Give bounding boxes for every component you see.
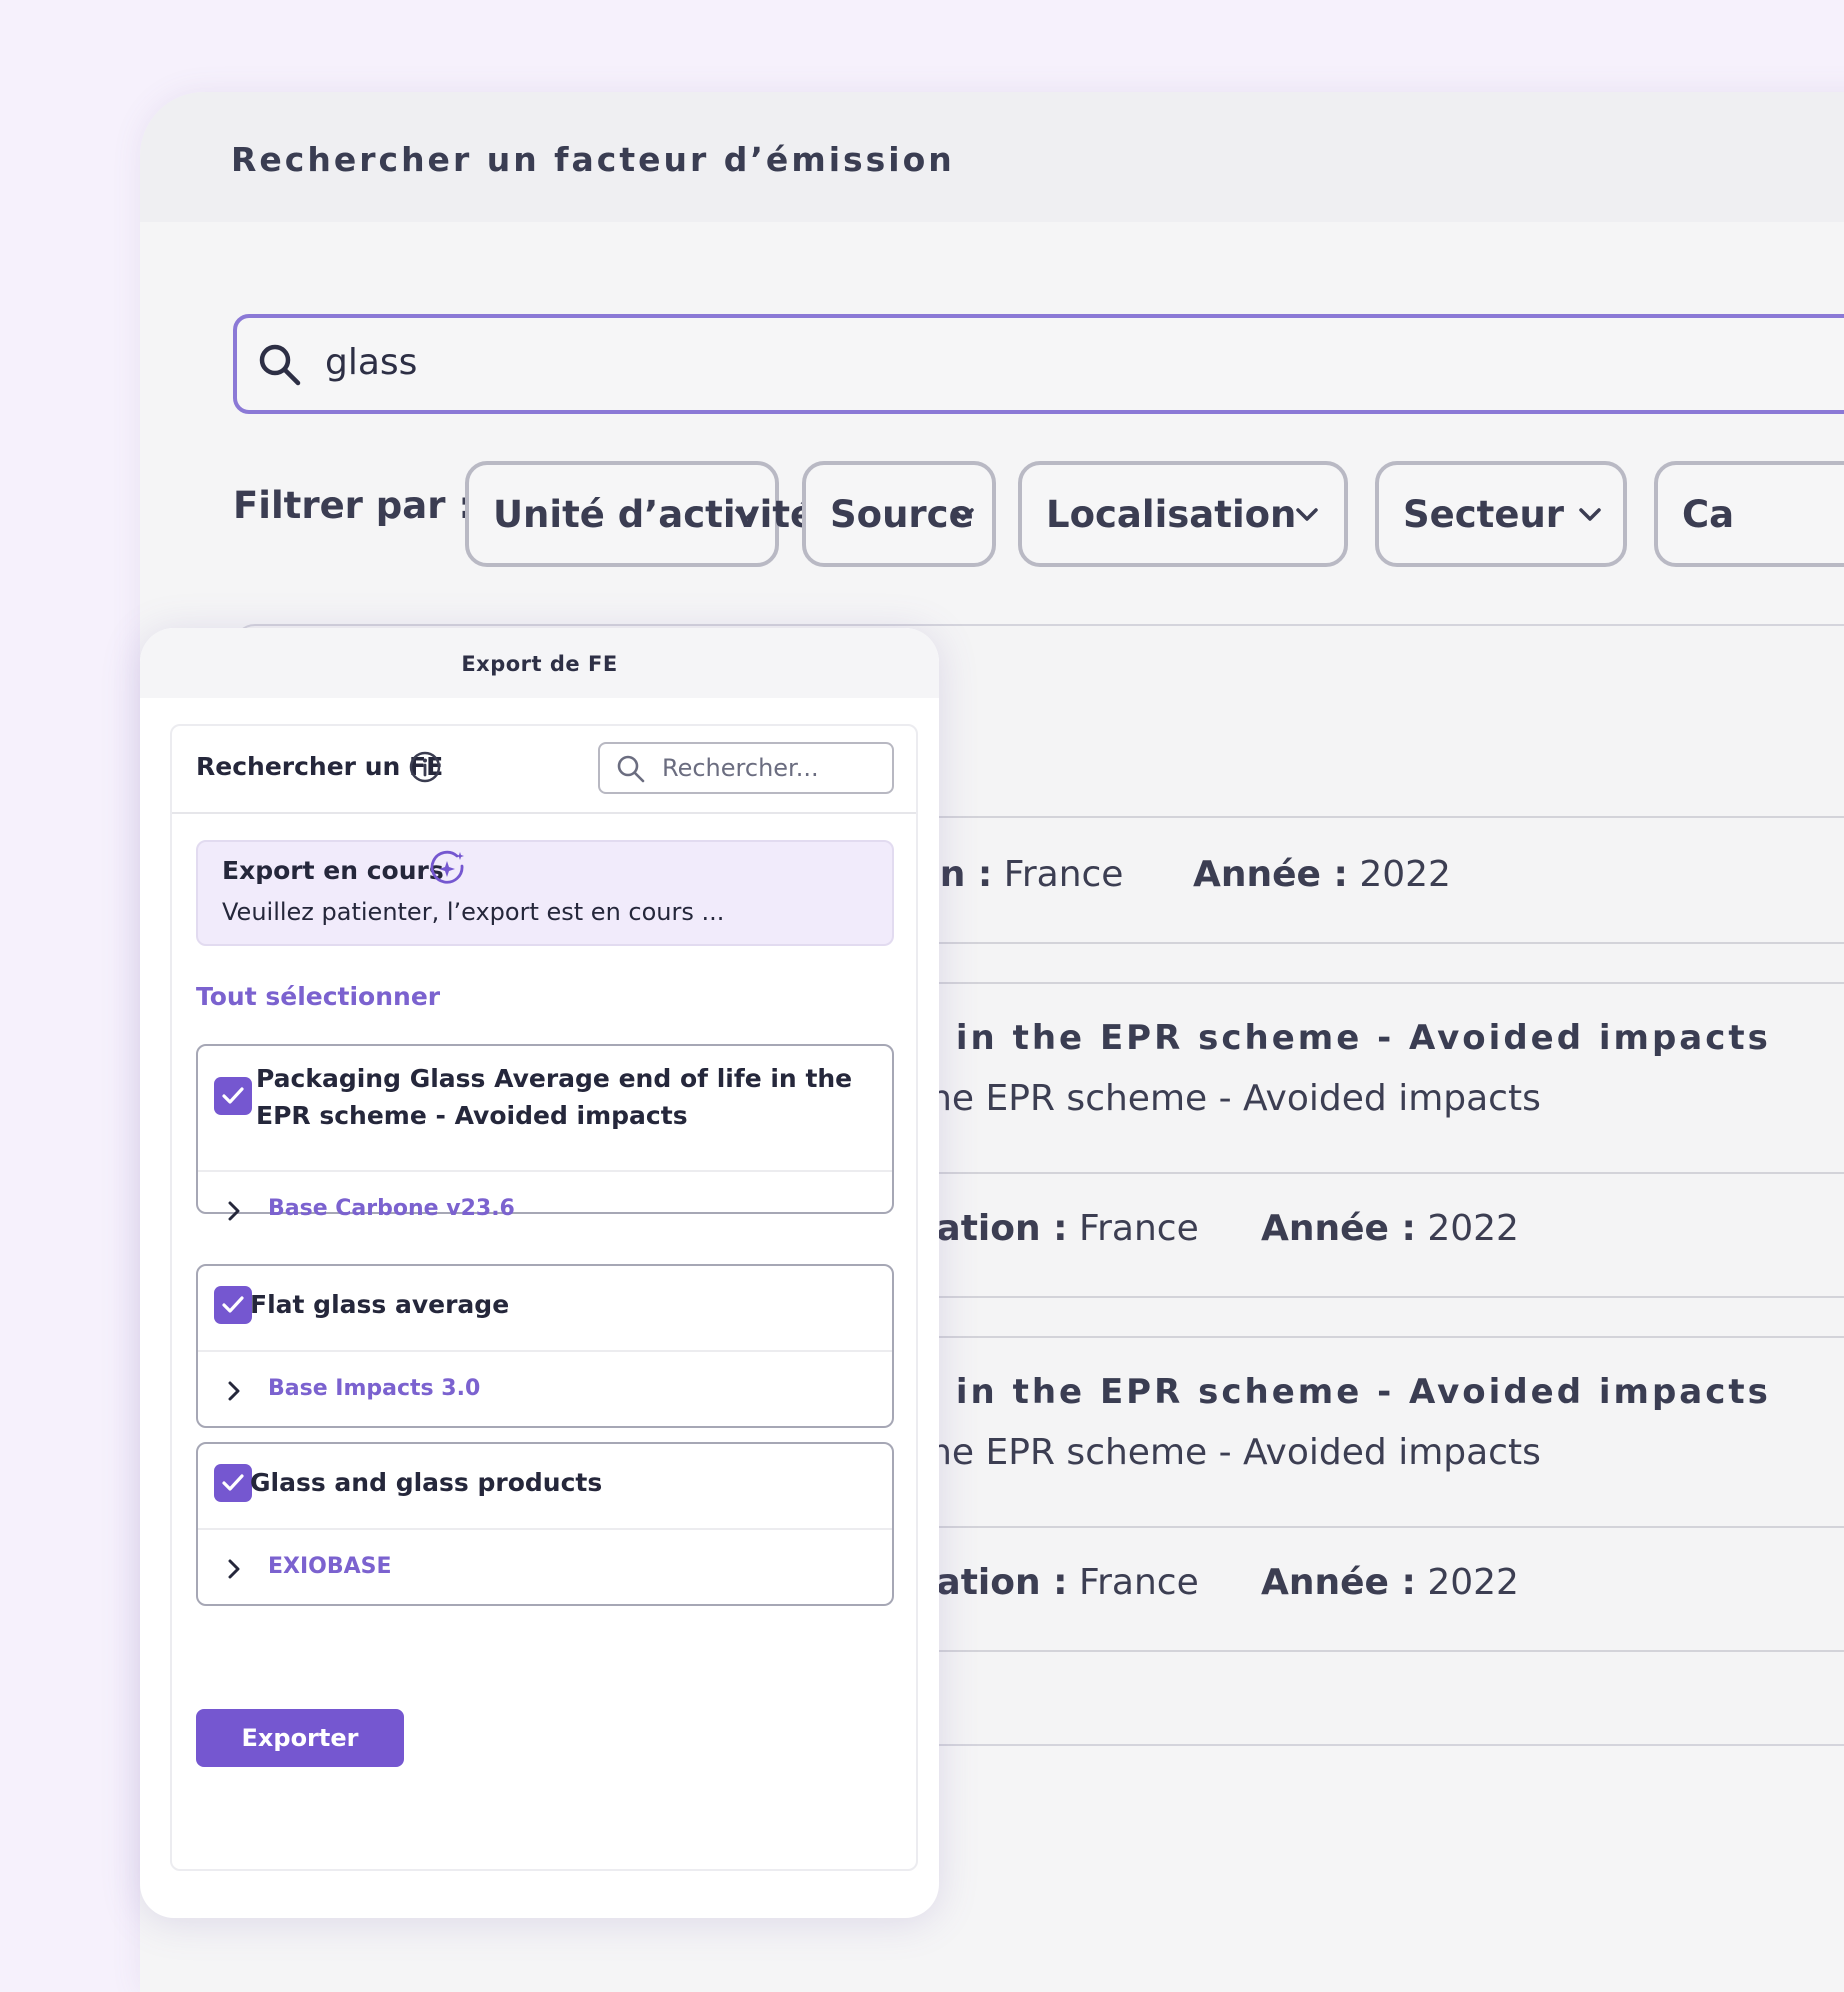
filter-secteur[interactable]: Secteur bbox=[1375, 461, 1627, 567]
filter-unite-activite[interactable]: Unité d’activité bbox=[465, 461, 815, 567]
search-icon bbox=[257, 342, 303, 392]
fe-source-link[interactable]: EXIOBASE bbox=[268, 1554, 392, 1579]
fe-checkbox[interactable] bbox=[214, 1286, 252, 1324]
fe-search-input[interactable] bbox=[662, 752, 882, 784]
chevron-down-icon bbox=[735, 507, 757, 526]
status-text: Veuillez patienter, l’export est en cour… bbox=[222, 898, 725, 926]
result-meta-year: Année : 2022 bbox=[1261, 1562, 1519, 1603]
fe-checkbox[interactable] bbox=[214, 1077, 252, 1115]
info-icon[interactable] bbox=[408, 750, 442, 788]
result-meta-location: on : France bbox=[915, 854, 1124, 895]
divider bbox=[198, 1528, 892, 1530]
fe-item-card: Glass and glass products EXIOBASE bbox=[196, 1442, 894, 1606]
fe-item-name: Flat glass average bbox=[250, 1290, 510, 1319]
divider bbox=[198, 1350, 892, 1352]
fe-item-name: Glass and glass products bbox=[250, 1468, 603, 1497]
result-meta-year: Année : 2022 bbox=[1261, 1208, 1519, 1249]
divider bbox=[172, 812, 916, 814]
search-fe-label: Rechercher un FE bbox=[196, 752, 444, 781]
result-meta-location: sation : France bbox=[915, 1562, 1199, 1603]
chevron-right-icon[interactable] bbox=[228, 1559, 240, 1583]
check-icon bbox=[222, 1474, 244, 1491]
fe-item-name: Packaging Glass Average end of life in t… bbox=[256, 1064, 853, 1130]
chevron-down-icon bbox=[952, 507, 974, 526]
main-header: Rechercher un facteur d’émission bbox=[140, 92, 1844, 222]
chevron-right-icon[interactable] bbox=[228, 1381, 240, 1405]
page-title: Rechercher un facteur d’émission bbox=[231, 140, 955, 179]
chevron-down-icon bbox=[1296, 507, 1318, 526]
select-all-link[interactable]: Tout sélectionner bbox=[196, 982, 440, 1011]
filter-source[interactable]: Source bbox=[802, 461, 996, 567]
fe-search-field[interactable] bbox=[598, 742, 894, 794]
main-search-bar[interactable]: glass bbox=[233, 314, 1844, 414]
search-icon bbox=[616, 754, 646, 788]
result-title[interactable]: e in the EPR scheme - Avoided impacts bbox=[915, 1372, 1771, 1412]
fe-source-link[interactable]: Base Impacts 3.0 bbox=[268, 1376, 480, 1401]
filter-label: Filtrer par : bbox=[233, 484, 474, 527]
status-title: Export en cours bbox=[222, 856, 444, 885]
chevron-down-icon bbox=[1579, 507, 1601, 526]
result-meta-year: Année : 2022 bbox=[1193, 854, 1451, 895]
panel-header: Export de FE bbox=[140, 628, 939, 698]
filter-label-text: Ca bbox=[1682, 493, 1735, 536]
panel-content: Rechercher un FE Export en cours bbox=[170, 724, 918, 1871]
fe-item-card: Packaging Glass Average end of life in t… bbox=[196, 1044, 894, 1221]
check-icon bbox=[222, 1296, 244, 1313]
check-icon bbox=[222, 1087, 244, 1104]
export-panel: Export de FE Rechercher un FE Export en … bbox=[140, 628, 939, 1918]
chevron-right-icon[interactable] bbox=[228, 1201, 240, 1225]
result-subtitle: the EPR scheme - Avoided impacts bbox=[915, 1078, 1541, 1119]
result-subtitle: the EPR scheme - Avoided impacts bbox=[915, 1432, 1541, 1473]
fe-source-link[interactable]: Base Carbone v23.6 bbox=[268, 1196, 515, 1221]
result-title[interactable]: e in the EPR scheme - Avoided impacts bbox=[915, 1018, 1771, 1058]
result-meta-location: sation : France bbox=[915, 1208, 1199, 1249]
panel-title: Export de FE bbox=[461, 652, 618, 676]
divider bbox=[198, 1170, 892, 1172]
fe-item-card: Flat glass average Base Impacts 3.0 bbox=[196, 1264, 894, 1428]
search-input[interactable]: glass bbox=[325, 342, 417, 383]
export-button[interactable]: Exporter bbox=[196, 1709, 404, 1767]
filter-ca[interactable]: Ca bbox=[1654, 461, 1844, 567]
filter-localisation[interactable]: Localisation bbox=[1018, 461, 1348, 567]
export-status-banner: Export en cours Veuillez patienter, l’ex… bbox=[196, 840, 894, 946]
filter-label-text: Unité d’activité bbox=[493, 493, 816, 536]
sparkle-icon bbox=[428, 850, 468, 894]
filter-label-text: Secteur bbox=[1403, 493, 1565, 536]
filter-label-text: Localisation bbox=[1046, 493, 1297, 536]
fe-checkbox[interactable] bbox=[214, 1464, 252, 1502]
